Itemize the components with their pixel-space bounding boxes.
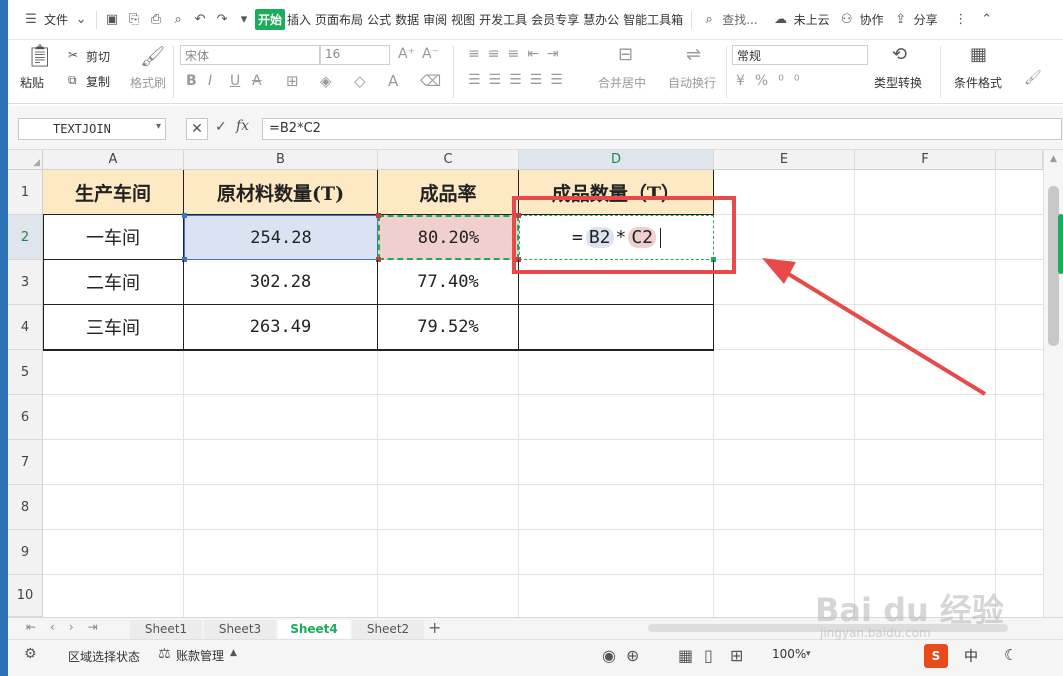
page-layout-view-icon[interactable]: ▯ bbox=[704, 646, 713, 665]
sogou-ime-icon[interactable]: S bbox=[924, 644, 948, 668]
cross-view-icon[interactable]: ⊕ bbox=[626, 646, 639, 665]
ledger-icon[interactable]: ⚖ bbox=[158, 646, 171, 662]
baidu-watermark: Bai du 经验 bbox=[815, 591, 1004, 629]
sheet-nav-icons[interactable]: ⇤‹›⇥ bbox=[26, 620, 112, 634]
chevron-down-icon[interactable]: ▲ bbox=[230, 648, 237, 658]
moon-icon[interactable]: ☾ bbox=[1004, 646, 1017, 664]
chevron-down-icon[interactable]: ▾ bbox=[806, 649, 811, 659]
eye-icon[interactable]: ◉ bbox=[602, 646, 616, 665]
zoom-level[interactable]: 100% bbox=[772, 647, 806, 661]
sheet-tab-sheet3[interactable]: Sheet3 bbox=[204, 620, 276, 640]
sheet-tab-sheet2[interactable]: Sheet2 bbox=[352, 620, 424, 640]
add-sheet-icon[interactable]: + bbox=[428, 618, 441, 637]
macro-icon[interactable]: ⚙ bbox=[24, 646, 37, 662]
sheet-tab-sheet1[interactable]: Sheet1 bbox=[130, 620, 202, 640]
ledger-button[interactable]: 账款管理 bbox=[176, 647, 224, 664]
page-break-view-icon[interactable]: ⊞ bbox=[730, 646, 743, 665]
annotation-arrow bbox=[762, 258, 987, 396]
selection-mode: 区域选择状态 bbox=[68, 650, 141, 664]
normal-view-icon[interactable]: ▦ bbox=[678, 646, 693, 665]
ime-language[interactable]: 中 bbox=[964, 646, 978, 666]
baidu-watermark-url: jingyan.baidu.com bbox=[820, 626, 931, 640]
status-bar: ⚙ 区域选择状态 ⚖ 账款管理 ▲ ◉ ⊕ ▦ ▯ ⊞ 100% ▾ S 中 ☾ bbox=[8, 639, 1063, 676]
sheet-tab-sheet4[interactable]: Sheet4 bbox=[278, 620, 350, 640]
